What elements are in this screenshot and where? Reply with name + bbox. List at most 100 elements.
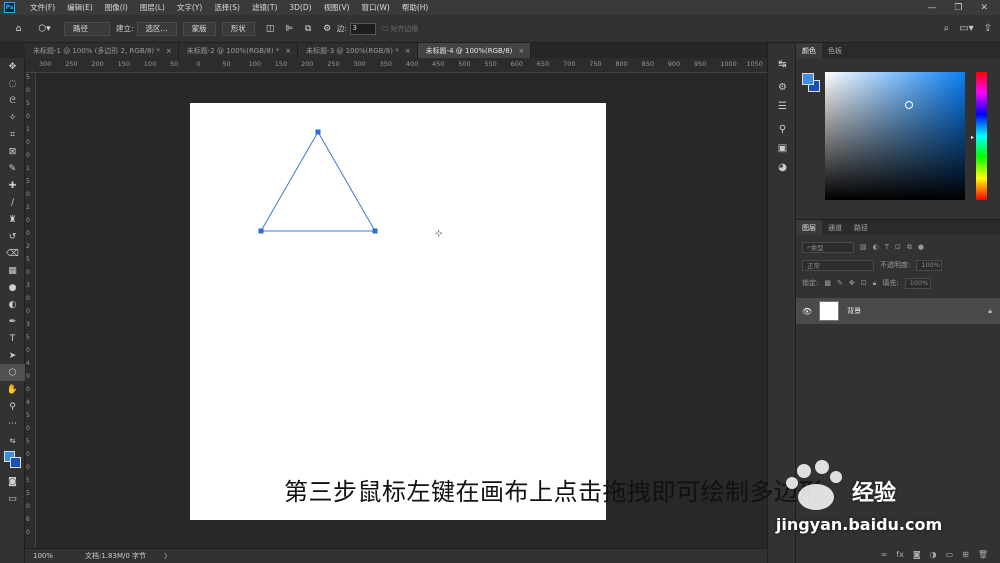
tab-paths[interactable]: 路径: [848, 220, 874, 235]
doc-tab-4[interactable]: 未标题-4 @ 100%(RGB/8) ×: [417, 43, 532, 58]
lock-artboard-icon[interactable]: ⊡: [861, 279, 867, 287]
tab-color[interactable]: 颜色: [796, 43, 822, 58]
default-colors-icon[interactable]: ⇆: [0, 432, 25, 449]
lock-image-icon[interactable]: ✎: [837, 279, 843, 287]
hue-slider[interactable]: [976, 72, 987, 200]
share-icon[interactable]: ⇪: [984, 23, 992, 34]
gear-icon[interactable]: ⚙: [321, 22, 334, 35]
menu-3d[interactable]: 3D(D): [283, 3, 317, 12]
anchor-point[interactable]: [315, 129, 321, 135]
filter-toggle-icon[interactable]: ●: [918, 243, 924, 251]
trash-icon[interactable]: 🗑︎: [978, 550, 988, 559]
tab-layers[interactable]: 图层: [796, 220, 822, 235]
add-mask-icon[interactable]: ◙: [913, 550, 921, 559]
eyedropper-tool-icon[interactable]: ✎: [0, 160, 25, 177]
hue-slider-marker[interactable]: ▸: [971, 134, 974, 141]
close-icon[interactable]: ×: [285, 47, 291, 55]
filter-shape-icon[interactable]: ⊡: [895, 243, 901, 251]
blend-mode-select[interactable]: 正常: [802, 259, 874, 271]
history-panel-icon[interactable]: ↹: [768, 55, 797, 74]
path-operations-icon[interactable]: ◫: [264, 22, 277, 35]
magic-wand-tool-icon[interactable]: ✧: [0, 109, 25, 126]
eye-icon[interactable]: 👁︎: [802, 307, 812, 316]
make-mask-button[interactable]: 蒙版: [182, 21, 216, 36]
learn-panel-icon[interactable]: ⚲: [768, 120, 797, 139]
zoom-tool-icon[interactable]: ⚲: [0, 398, 25, 415]
lock-position-icon[interactable]: ✥: [849, 279, 855, 287]
workspace-icon[interactable]: ▭▾: [959, 23, 973, 34]
menu-window[interactable]: 窗口(W): [356, 2, 396, 13]
make-selection-button[interactable]: 选区...: [136, 21, 177, 36]
opacity-field[interactable]: 100%: [916, 259, 943, 271]
path-alignment-icon[interactable]: ⊫: [283, 22, 296, 35]
minimize-button[interactable]: —: [927, 3, 936, 13]
color-wheel-panel-icon[interactable]: ◕: [768, 158, 797, 177]
close-icon[interactable]: ×: [405, 47, 411, 55]
tab-channels[interactable]: 通道: [822, 220, 848, 235]
menu-view[interactable]: 视图(V): [318, 2, 356, 13]
link-layers-icon[interactable]: ∞: [881, 550, 888, 559]
menu-select[interactable]: 选择(S): [208, 2, 246, 13]
marquee-tool-icon[interactable]: ◌: [0, 75, 25, 92]
libraries-panel-icon[interactable]: ▣: [768, 139, 797, 158]
layer-kind-select[interactable]: ⌕ 类型: [802, 241, 854, 253]
menu-edit[interactable]: 编辑(E): [61, 2, 99, 13]
fill-field[interactable]: 100%: [904, 277, 931, 289]
lock-transparent-icon[interactable]: ▩: [824, 279, 831, 287]
frame-tool-icon[interactable]: ⊠: [0, 143, 25, 160]
adjustment-layer-icon[interactable]: ◑: [930, 550, 937, 559]
close-icon[interactable]: ×: [518, 47, 524, 55]
filter-smart-object-icon[interactable]: ⧉: [907, 243, 912, 252]
layer-name[interactable]: 背景: [847, 306, 861, 316]
color-swatches-icon[interactable]: [0, 449, 25, 473]
tool-mode-select[interactable]: 路径: [64, 21, 110, 36]
layer-row-background[interactable]: 👁︎ 背景 🔒︎: [796, 298, 1000, 324]
doc-tab-3[interactable]: 未标题-3 @ 100%(RGB/8) * ×: [298, 43, 418, 58]
menu-help[interactable]: 帮助(H): [396, 2, 435, 13]
color-spectrum[interactable]: [825, 72, 965, 200]
clone-stamp-tool-icon[interactable]: ♜: [0, 211, 25, 228]
new-layer-icon[interactable]: ⊞: [962, 550, 969, 559]
menu-image[interactable]: 图像(I): [99, 2, 134, 13]
lock-all-icon[interactable]: 🔒︎: [873, 279, 877, 288]
blur-tool-icon[interactable]: ●: [0, 279, 25, 296]
filter-type-icon[interactable]: T: [885, 243, 889, 251]
background-swatch[interactable]: [10, 457, 21, 468]
doc-tab-2[interactable]: 未标题-2 @ 100%(RGB/8) * ×: [178, 43, 299, 58]
menu-filter[interactable]: 滤镜(T): [246, 2, 283, 13]
pen-tool-icon[interactable]: ✒: [0, 313, 25, 330]
brush-tool-icon[interactable]: /: [0, 194, 25, 211]
zoom-level[interactable]: 100%: [25, 552, 73, 560]
close-window-button[interactable]: ✕: [980, 3, 988, 13]
document-canvas[interactable]: [190, 103, 606, 520]
color-picker-ring[interactable]: [905, 101, 913, 109]
eraser-tool-icon[interactable]: ⌫: [0, 245, 25, 262]
filter-adjustment-icon[interactable]: ◐: [873, 243, 879, 251]
path-arrangement-icon[interactable]: ⧉: [302, 22, 315, 35]
gradient-tool-icon[interactable]: ▦: [0, 262, 25, 279]
screen-mode-icon[interactable]: ▭: [0, 490, 25, 507]
menu-file[interactable]: 文件(F): [24, 2, 61, 13]
hand-tool-icon[interactable]: ✋: [0, 381, 25, 398]
crop-tool-icon[interactable]: ⌗: [0, 126, 25, 143]
status-menu-arrow[interactable]: 〉: [164, 551, 171, 561]
new-group-icon[interactable]: ▭: [946, 550, 954, 559]
anchor-point[interactable]: [372, 228, 378, 234]
sides-input[interactable]: [349, 22, 376, 35]
dodge-tool-icon[interactable]: ◐: [0, 296, 25, 313]
adjustments-panel-icon[interactable]: ☰: [768, 97, 797, 116]
layer-style-icon[interactable]: fx: [896, 550, 904, 559]
menu-layer[interactable]: 图层(L): [134, 2, 171, 13]
quick-mask-icon[interactable]: ◙: [0, 473, 25, 490]
polygon-path[interactable]: [190, 103, 606, 520]
type-tool-icon[interactable]: T: [0, 330, 25, 347]
history-brush-tool-icon[interactable]: ↺: [0, 228, 25, 245]
home-icon[interactable]: ⌂: [12, 22, 25, 35]
move-tool-icon[interactable]: ✥: [0, 58, 25, 75]
align-edges-checkbox[interactable]: ☐ 对齐边缘: [382, 24, 419, 34]
search-icon[interactable]: ⌕: [944, 23, 950, 34]
polygon-tool-icon[interactable]: ⬡: [0, 364, 25, 381]
healing-brush-tool-icon[interactable]: ✚: [0, 177, 25, 194]
make-shape-button[interactable]: 形状: [221, 21, 255, 36]
menu-type[interactable]: 文字(Y): [171, 2, 208, 13]
